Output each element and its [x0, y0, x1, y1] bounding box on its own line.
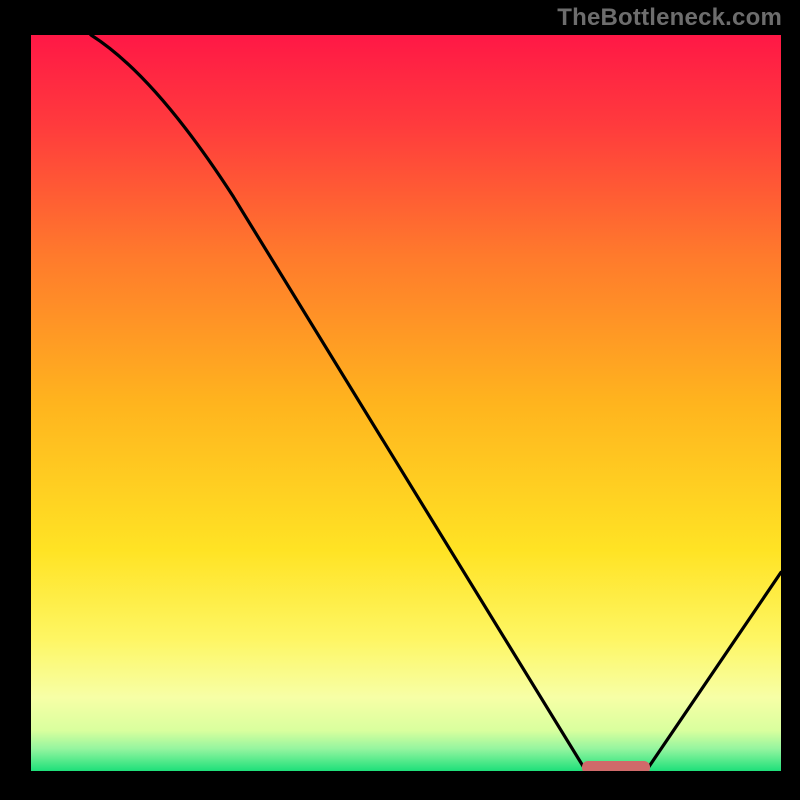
optimal-range-marker [582, 761, 650, 774]
chart-stage: TheBottleneck.com [0, 0, 800, 800]
bottleneck-chart [0, 0, 800, 800]
gradient-panel [31, 35, 781, 771]
